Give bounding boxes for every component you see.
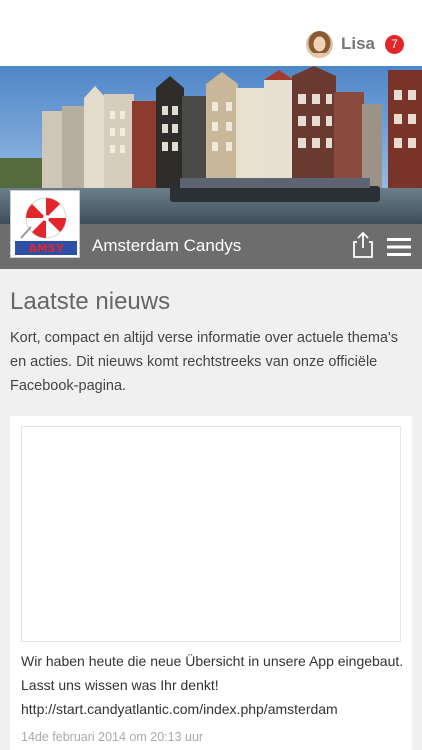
post-line: Wir haben heute die neue Übersicht in un… xyxy=(21,653,404,669)
post-body: Wir haben heute die neue Übersicht in un… xyxy=(21,649,406,721)
hamburger-menu-icon[interactable] xyxy=(386,237,412,257)
post-media[interactable] xyxy=(21,426,401,642)
top-bar: Lisa 7 xyxy=(0,0,422,66)
page-title: Laatste nieuws xyxy=(10,288,171,315)
username[interactable]: Lisa xyxy=(341,34,375,54)
app-title: Amsterdam Candys xyxy=(92,236,242,255)
news-post-card[interactable]: Wir haben heute die neue Übersicht in un… xyxy=(10,416,412,750)
post-date: 14de februari 2014 om 20:13 uur xyxy=(21,730,204,744)
post-link[interactable]: http://start.candyatlantic.com/index.php… xyxy=(21,697,406,721)
app-logo: AMSY xyxy=(10,190,80,258)
logo-text: AMSY xyxy=(28,242,64,255)
intro-text: Kort, compact en altijd verse informatie… xyxy=(10,330,399,394)
user-menu[interactable]: Lisa 7 xyxy=(305,29,404,59)
share-icon[interactable] xyxy=(350,231,376,259)
avatar[interactable] xyxy=(305,30,333,58)
post-line: Lasst uns wissen was Ihr denkt! xyxy=(21,677,219,693)
notification-badge[interactable]: 7 xyxy=(385,34,404,54)
